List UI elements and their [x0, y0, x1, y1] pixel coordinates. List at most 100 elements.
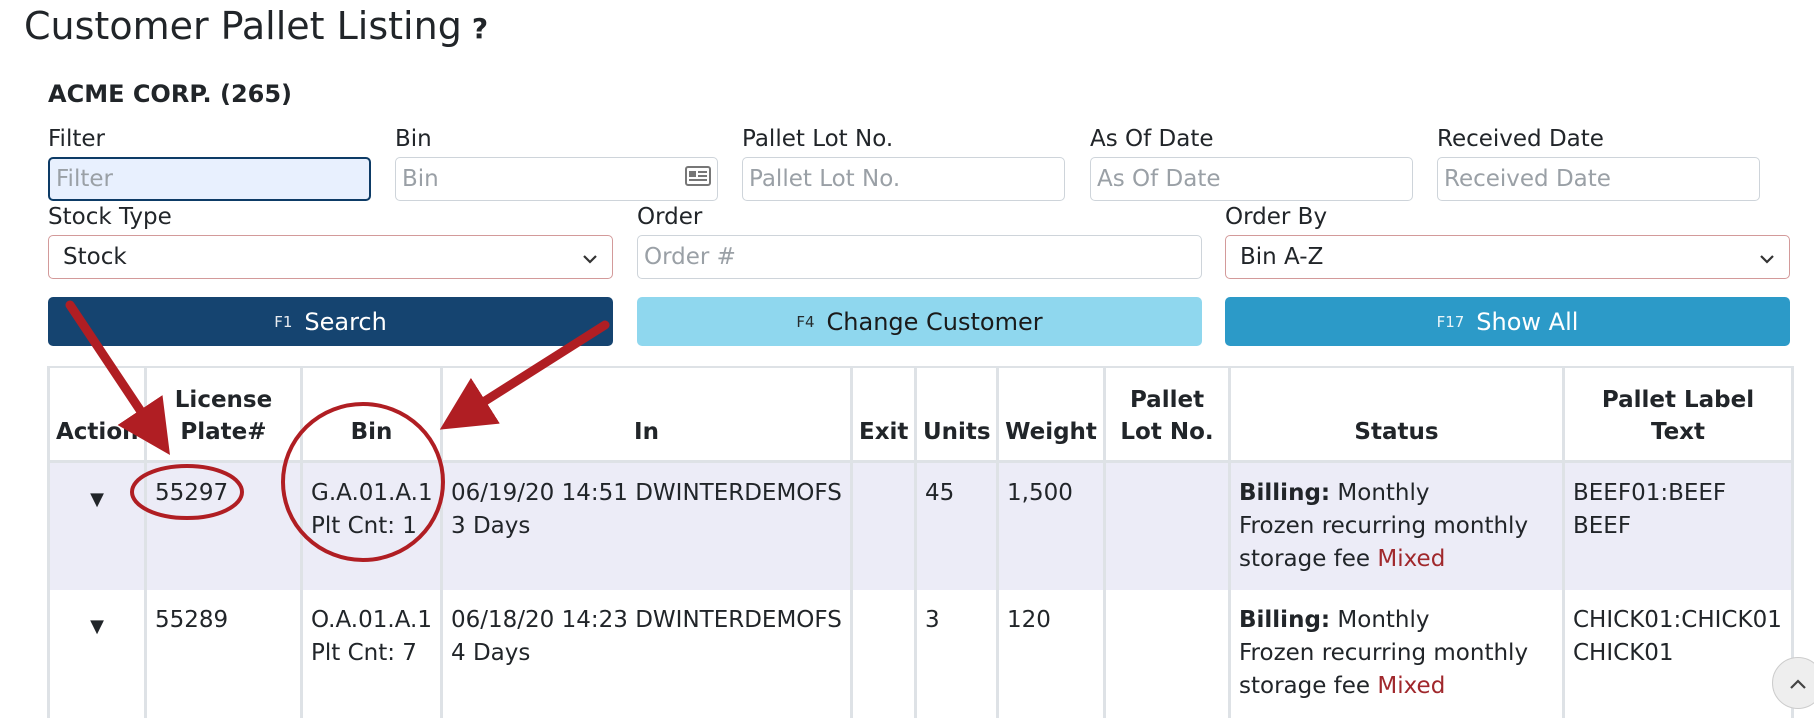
- status-line2: Frozen recurring monthly: [1239, 512, 1529, 539]
- cell-weight: 1,500: [996, 461, 1106, 590]
- table-row[interactable]: ▼ 55289 O.A.01.A.1 Plt Cnt: 7 06/18/20 14…: [47, 589, 1794, 718]
- bin-input[interactable]: Bin: [395, 157, 718, 201]
- label-line1: BEEF01:BEEF: [1573, 479, 1727, 506]
- search-button-label: Search: [304, 307, 387, 336]
- bin-label: Bin: [395, 126, 432, 152]
- col-action[interactable]: Action: [47, 366, 147, 463]
- status-line2: Frozen recurring monthly: [1239, 639, 1529, 666]
- in-value: 06/18/20 14:23 DWINTERDEMOFS: [451, 606, 842, 633]
- order-by-label: Order By: [1225, 204, 1328, 230]
- filter-placeholder: Filter: [56, 166, 113, 192]
- status-line3: storage fee: [1239, 672, 1371, 699]
- mixed-flag: Mixed: [1377, 672, 1446, 699]
- col-license-line1: License: [174, 386, 273, 413]
- received-date-placeholder: Received Date: [1444, 166, 1611, 192]
- col-lot-line2: Lot No.: [1120, 418, 1214, 445]
- cell-lot: [1103, 461, 1231, 590]
- change-customer-button-label: Change Customer: [826, 307, 1043, 336]
- billing-value: Monthly: [1337, 479, 1430, 506]
- pallet-table: Action License Plate# Bin In Exit Units W…: [47, 366, 1794, 718]
- filter-input[interactable]: Filter: [48, 157, 371, 201]
- in-value: 06/19/20 14:51 DWINTERDEMOFS: [451, 479, 842, 506]
- bin-placeholder: Bin: [402, 166, 439, 192]
- order-input[interactable]: Order #: [637, 235, 1202, 279]
- col-in[interactable]: In: [440, 366, 853, 463]
- cell-label-text: BEEF01:BEEF BEEF: [1562, 461, 1794, 590]
- pallet-lot-input[interactable]: Pallet Lot No.: [742, 157, 1065, 201]
- bin-value: G.A.01.A.1: [311, 479, 433, 506]
- caret-down-icon[interactable]: ▼: [90, 489, 104, 510]
- customer-name: ACME CORP. (265): [48, 80, 293, 108]
- label-line2: CHICK01: [1573, 639, 1674, 666]
- page-title: Customer Pallet Listing?: [24, 4, 488, 48]
- stock-type-select[interactable]: Stock: [48, 235, 613, 279]
- col-lot-line1: Pallet: [1129, 386, 1205, 413]
- cell-units: 3: [914, 589, 999, 718]
- cell-status: Billing: Monthly Frozen recurring monthly…: [1228, 589, 1565, 718]
- col-status[interactable]: Status: [1228, 366, 1565, 463]
- page-title-text: Customer Pallet Listing: [24, 4, 462, 48]
- received-date-input[interactable]: Received Date: [1437, 157, 1760, 201]
- help-icon[interactable]: ?: [472, 12, 488, 45]
- cell-license[interactable]: 55297: [144, 461, 303, 590]
- cell-in: 06/18/20 14:23 DWINTERDEMOFS 4 Days: [440, 589, 853, 718]
- cell-label-text: CHICK01:CHICK01 CHICK01: [1562, 589, 1794, 718]
- order-by-value: Bin A-Z: [1240, 244, 1324, 270]
- billing-label: Billing:: [1239, 479, 1331, 506]
- col-exit[interactable]: Exit: [850, 366, 917, 463]
- table-row[interactable]: ▼ 55297 G.A.01.A.1 Plt Cnt: 1 06/19/20 14…: [47, 461, 1794, 590]
- as-of-date-input[interactable]: As Of Date: [1090, 157, 1413, 201]
- stock-type-value: Stock: [63, 244, 127, 270]
- billing-label: Billing:: [1239, 606, 1331, 633]
- cell-in: 06/19/20 14:51 DWINTERDEMOFS 3 Days: [440, 461, 853, 590]
- cell-lot: [1103, 589, 1231, 718]
- stock-type-label: Stock Type: [48, 204, 172, 230]
- id-card-icon[interactable]: [685, 166, 711, 192]
- show-all-shortcut: F17: [1436, 312, 1465, 331]
- label-line2: BEEF: [1573, 512, 1632, 539]
- label-line1: CHICK01:CHICK01: [1573, 606, 1782, 633]
- received-date-label: Received Date: [1437, 126, 1604, 152]
- col-pallet-lot[interactable]: Pallet Lot No.: [1103, 366, 1231, 463]
- col-units[interactable]: Units: [914, 366, 999, 463]
- search-button[interactable]: F1 Search: [48, 297, 613, 346]
- chevron-down-icon: [1759, 245, 1775, 269]
- order-placeholder: Order #: [644, 244, 736, 270]
- change-customer-button[interactable]: F4 Change Customer: [637, 297, 1202, 346]
- caret-down-icon[interactable]: ▼: [90, 616, 104, 637]
- row-action-dropdown[interactable]: ▼: [47, 461, 147, 590]
- col-bin[interactable]: Bin: [300, 366, 443, 463]
- cell-exit: [850, 589, 917, 718]
- order-by-select[interactable]: Bin A-Z: [1225, 235, 1790, 279]
- as-of-date-placeholder: As Of Date: [1097, 166, 1221, 192]
- plt-count: Plt Cnt: 7: [311, 639, 417, 666]
- cell-status: Billing: Monthly Frozen recurring monthly…: [1228, 461, 1565, 590]
- billing-value: Monthly: [1337, 606, 1430, 633]
- as-of-date-label: As Of Date: [1090, 126, 1214, 152]
- bin-value: O.A.01.A.1: [311, 606, 432, 633]
- col-label-text[interactable]: Pallet Label Text: [1562, 366, 1794, 463]
- mixed-flag: Mixed: [1377, 545, 1446, 572]
- pallet-lot-placeholder: Pallet Lot No.: [749, 166, 901, 192]
- col-license-line2: Plate#: [180, 418, 267, 445]
- show-all-button-label: Show All: [1476, 307, 1579, 336]
- col-weight[interactable]: Weight: [996, 366, 1106, 463]
- cell-units: 45: [914, 461, 999, 590]
- search-shortcut: F1: [274, 312, 293, 331]
- days-value: 3 Days: [451, 512, 531, 539]
- plt-count: Plt Cnt: 1: [311, 512, 417, 539]
- cell-bin: G.A.01.A.1 Plt Cnt: 1: [300, 461, 443, 590]
- chevron-down-icon: [582, 245, 598, 269]
- cell-bin: O.A.01.A.1 Plt Cnt: 7: [300, 589, 443, 718]
- row-action-dropdown[interactable]: ▼: [47, 589, 147, 718]
- filter-label: Filter: [48, 126, 105, 152]
- table-header-row: Action License Plate# Bin In Exit Units W…: [47, 366, 1794, 463]
- days-value: 4 Days: [451, 639, 531, 666]
- cell-license[interactable]: 55289: [144, 589, 303, 718]
- show-all-button[interactable]: F17 Show All: [1225, 297, 1790, 346]
- change-customer-shortcut: F4: [796, 312, 815, 331]
- cell-weight: 120: [996, 589, 1106, 718]
- status-line3: storage fee: [1239, 545, 1371, 572]
- cell-exit: [850, 461, 917, 590]
- col-license-plate[interactable]: License Plate#: [144, 366, 303, 463]
